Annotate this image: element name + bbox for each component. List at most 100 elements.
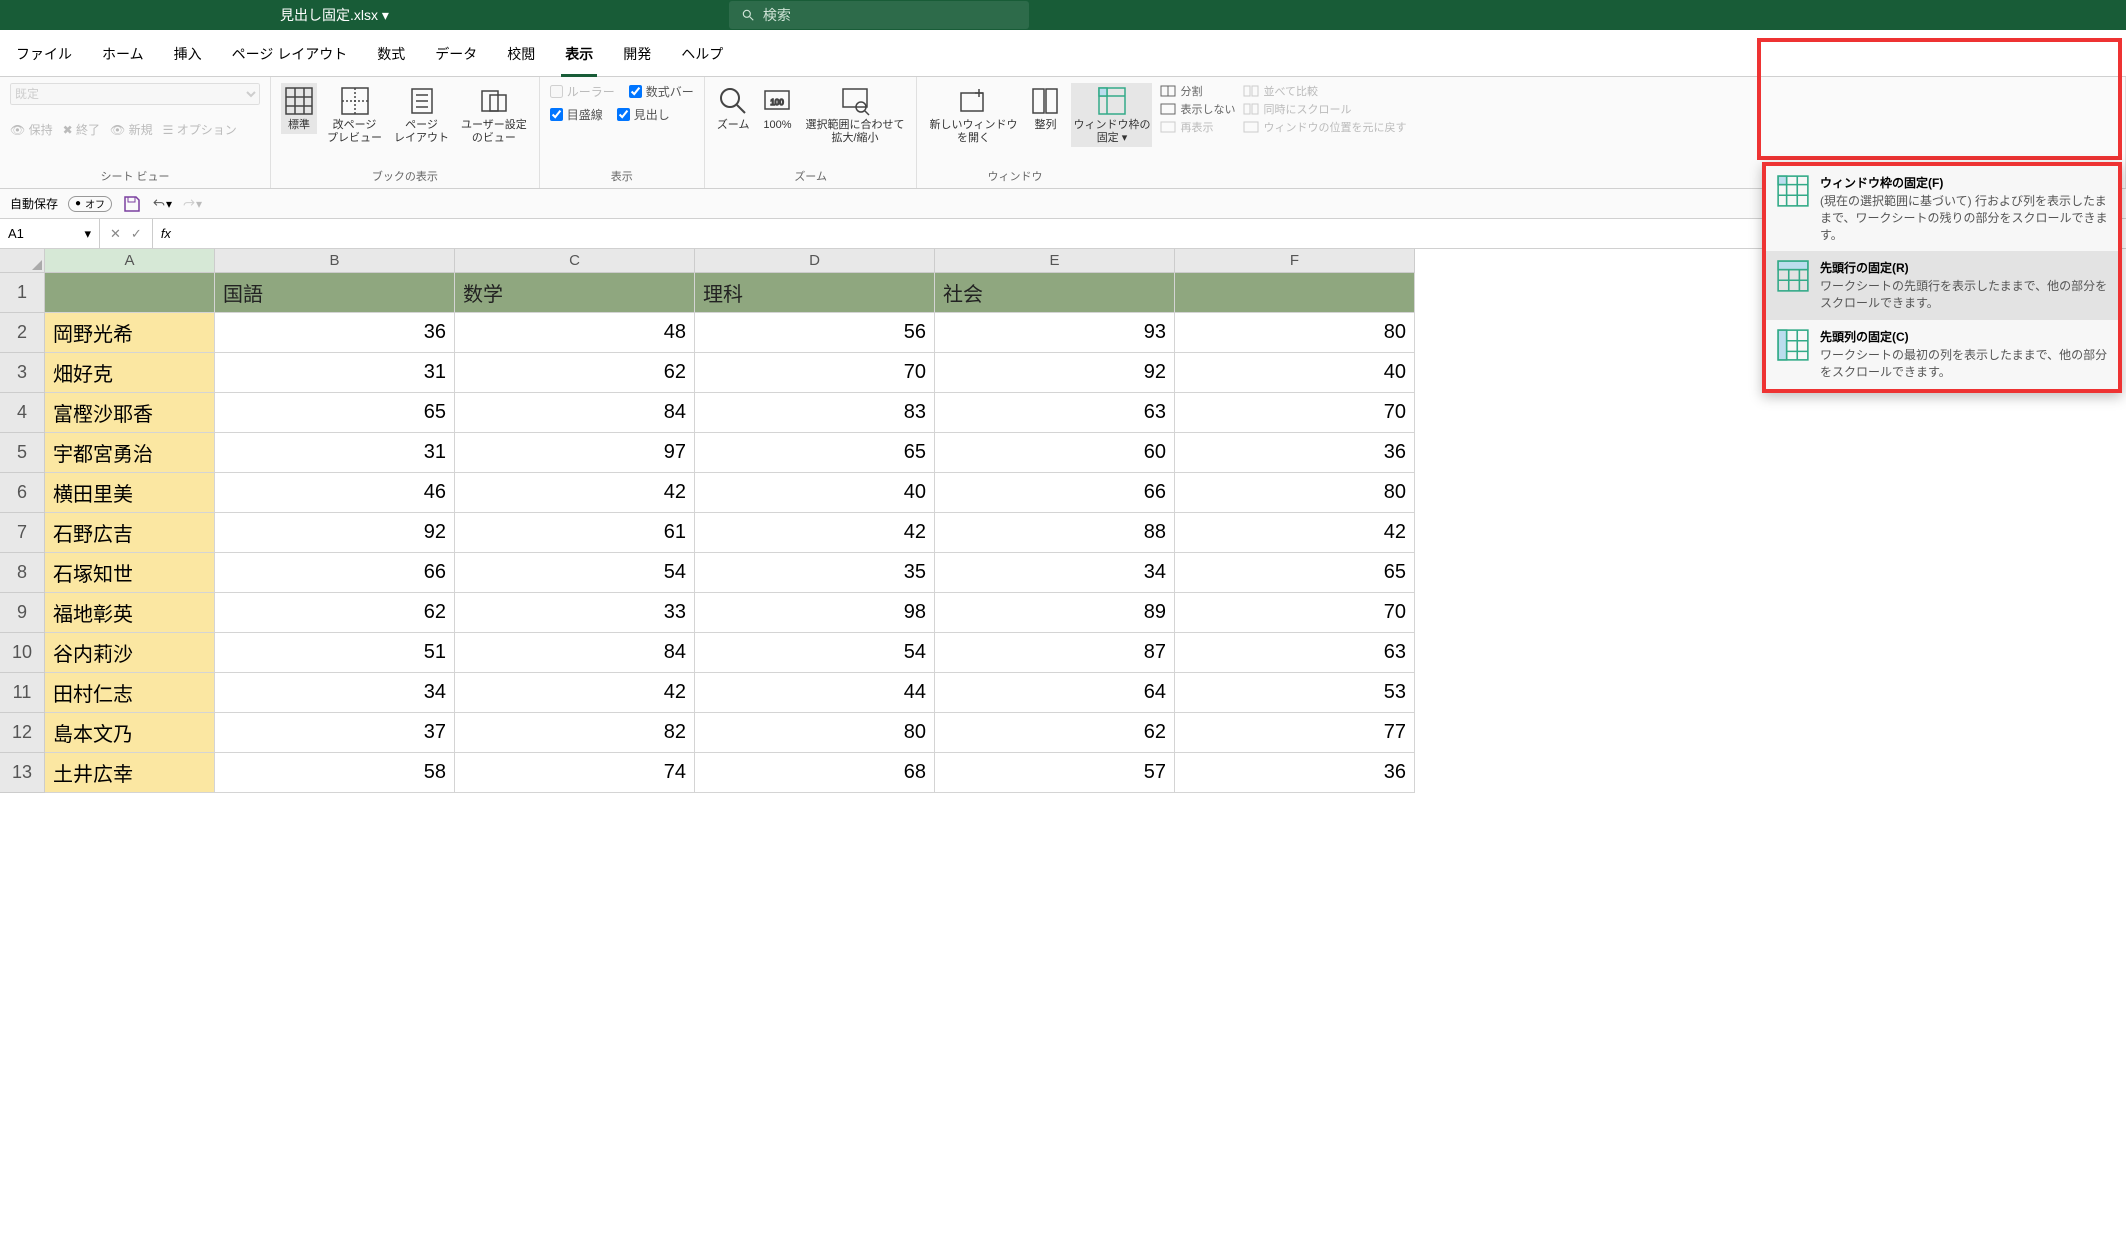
name-box[interactable]: A1▾ [0, 219, 100, 248]
cell[interactable]: 63 [1175, 633, 1415, 673]
cell[interactable]: 97 [455, 433, 695, 473]
cell[interactable]: 89 [935, 593, 1175, 633]
freeze-panes-item[interactable]: ウィンドウ枠の固定(F) (現在の選択範囲に基づいて) 行および列を表示したまま… [1766, 166, 2118, 251]
cell[interactable]: 31 [215, 353, 455, 393]
cell[interactable]: 84 [455, 633, 695, 673]
cell[interactable]: 80 [1175, 313, 1415, 353]
tab-formulas[interactable]: 数式 [373, 38, 409, 76]
col-header-F[interactable]: F [1175, 249, 1415, 273]
cell[interactable]: 63 [935, 393, 1175, 433]
pagelayout-view-button[interactable]: ページ レイアウト [392, 83, 451, 147]
custom-view-button[interactable]: ユーザー設定 のビュー [459, 83, 529, 147]
cell[interactable]: 国語 [215, 273, 455, 313]
cell[interactable]: 84 [455, 393, 695, 433]
row-header[interactable]: 13 [0, 753, 45, 793]
col-header-C[interactable]: C [455, 249, 695, 273]
cell[interactable]: 58 [215, 753, 455, 793]
select-all-corner[interactable] [0, 249, 45, 273]
row-header[interactable]: 7 [0, 513, 45, 553]
tab-data[interactable]: データ [431, 38, 481, 76]
row-header[interactable]: 5 [0, 433, 45, 473]
cell[interactable]: 92 [935, 353, 1175, 393]
cell[interactable]: 92 [215, 513, 455, 553]
cell[interactable]: 数学 [455, 273, 695, 313]
cell[interactable]: 谷内莉沙 [45, 633, 215, 673]
new-window-button[interactable]: 新しいウィンドウ を開く [927, 83, 1019, 147]
freeze-first-col-item[interactable]: 先頭列の固定(C) ワークシートの最初の列を表示したままで、他の部分をスクロール… [1766, 320, 2118, 389]
cell[interactable]: 36 [1175, 433, 1415, 473]
cell[interactable]: 42 [1175, 513, 1415, 553]
col-header-E[interactable]: E [935, 249, 1175, 273]
cell[interactable]: 44 [695, 673, 935, 713]
cell[interactable]: 62 [215, 593, 455, 633]
tab-review[interactable]: 校閲 [503, 38, 539, 76]
freeze-top-row-item[interactable]: 先頭行の固定(R) ワークシートの先頭行を表示したままで、他の部分をスクロールで… [1766, 251, 2118, 320]
cell[interactable]: 福地彰英 [45, 593, 215, 633]
cell[interactable]: 65 [215, 393, 455, 433]
col-header-D[interactable]: D [695, 249, 935, 273]
cell[interactable]: 46 [215, 473, 455, 513]
row-header[interactable]: 2 [0, 313, 45, 353]
cell[interactable]: 61 [455, 513, 695, 553]
cell[interactable]: 36 [1175, 753, 1415, 793]
cell[interactable]: 富樫沙耶香 [45, 393, 215, 433]
split-button[interactable]: 分割 [1160, 83, 1235, 99]
row-header[interactable]: 12 [0, 713, 45, 753]
zoom-button[interactable]: ズーム [715, 83, 752, 134]
cell[interactable]: 岡野光希 [45, 313, 215, 353]
row-header[interactable]: 11 [0, 673, 45, 713]
cell[interactable]: 82 [455, 713, 695, 753]
tab-insert[interactable]: 挿入 [170, 38, 206, 76]
cell[interactable]: 62 [935, 713, 1175, 753]
cell[interactable]: 64 [935, 673, 1175, 713]
cell[interactable]: 37 [215, 713, 455, 753]
cell[interactable]: 島本文乃 [45, 713, 215, 753]
cell[interactable]: 70 [695, 353, 935, 393]
formulabar-checkbox[interactable]: 数式バー [629, 83, 694, 100]
cell[interactable] [1175, 273, 1415, 313]
cell[interactable]: 65 [1175, 553, 1415, 593]
row-header[interactable]: 9 [0, 593, 45, 633]
cell[interactable]: 土井広幸 [45, 753, 215, 793]
cell[interactable]: 93 [935, 313, 1175, 353]
cell[interactable]: 66 [935, 473, 1175, 513]
cell[interactable]: 社会 [935, 273, 1175, 313]
search-box[interactable]: 検索 [729, 1, 1029, 29]
cell[interactable]: 42 [455, 473, 695, 513]
cell[interactable]: 83 [695, 393, 935, 433]
cell[interactable]: 60 [935, 433, 1175, 473]
cell[interactable]: 51 [215, 633, 455, 673]
cell[interactable]: 98 [695, 593, 935, 633]
cell[interactable]: 87 [935, 633, 1175, 673]
cell[interactable]: 88 [935, 513, 1175, 553]
cell[interactable]: 42 [695, 513, 935, 553]
cell[interactable]: 34 [935, 553, 1175, 593]
arrange-button[interactable]: 整列 [1027, 83, 1063, 134]
cell[interactable]: 80 [1175, 473, 1415, 513]
cell[interactable]: 田村仁志 [45, 673, 215, 713]
row-header[interactable]: 1 [0, 273, 45, 313]
tab-developer[interactable]: 開発 [619, 38, 655, 76]
cell[interactable]: 54 [455, 553, 695, 593]
hide-button[interactable]: 表示しない [1160, 101, 1235, 117]
cell[interactable]: 40 [1175, 353, 1415, 393]
col-header-A[interactable]: A [45, 249, 215, 273]
cell[interactable]: 65 [695, 433, 935, 473]
zoom-selection-button[interactable]: 選択範囲に合わせて 拡大/縮小 [803, 83, 906, 147]
cell[interactable]: 31 [215, 433, 455, 473]
cell[interactable]: 62 [455, 353, 695, 393]
cell[interactable]: 54 [695, 633, 935, 673]
tab-file[interactable]: ファイル [12, 38, 76, 76]
cell[interactable] [45, 273, 215, 313]
cell[interactable]: 宇都宮勇治 [45, 433, 215, 473]
normal-view-button[interactable]: 標準 [281, 83, 317, 134]
cell[interactable]: 35 [695, 553, 935, 593]
undo-button[interactable]: ▾ [152, 194, 172, 214]
col-header-B[interactable]: B [215, 249, 455, 273]
cell[interactable]: 石塚知世 [45, 553, 215, 593]
cell[interactable]: 70 [1175, 593, 1415, 633]
tab-help[interactable]: ヘルプ [677, 38, 727, 76]
cell[interactable]: 理科 [695, 273, 935, 313]
headings-checkbox[interactable]: 見出し [617, 106, 670, 123]
cell[interactable]: 56 [695, 313, 935, 353]
